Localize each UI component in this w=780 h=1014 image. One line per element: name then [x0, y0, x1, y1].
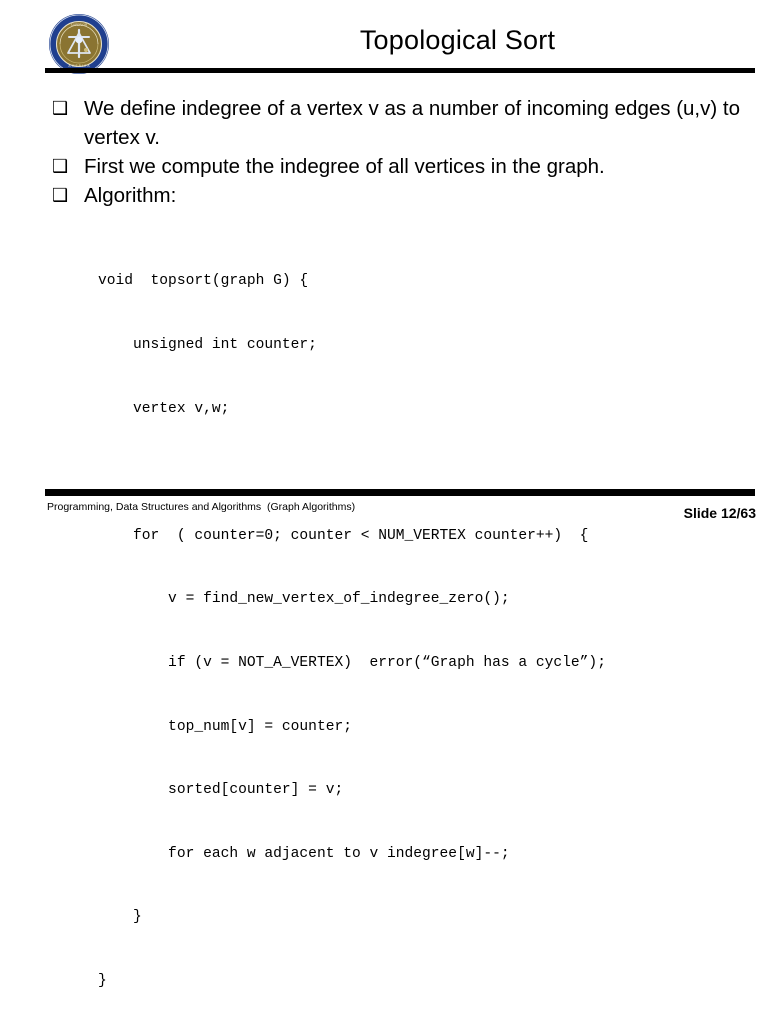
- square-bullet-icon: ❑: [52, 185, 69, 206]
- list-item: ❑ First we compute the indegree of all v…: [52, 152, 752, 181]
- code-line: unsigned int counter;: [98, 337, 317, 354]
- code-line: void topsort(graph G) {: [98, 273, 309, 290]
- slide-number-label: Slide 12/63: [683, 505, 756, 521]
- list-item-label: First we compute the indegree of all ver…: [84, 155, 605, 178]
- list-item: ❑ Algorithm:: [52, 181, 752, 210]
- list-item-label: We define indegree of a vertex v as a nu…: [84, 97, 740, 149]
- page-title: Topological Sort: [359, 25, 556, 55]
- list-item: ❑ We define indegree of a vertex v as a …: [52, 94, 752, 152]
- square-bullet-icon: ❑: [52, 98, 69, 119]
- svg-text:SUPERIOR: SUPERIOR: [71, 23, 88, 27]
- title-divider: [45, 68, 755, 73]
- code-line: v = find_new_vertex_of_indegree_zero();: [98, 591, 510, 608]
- code-line: }: [98, 973, 107, 990]
- code-line: }: [98, 909, 142, 926]
- footer-course-label: Programming, Data Structures and Algorit…: [47, 501, 356, 513]
- square-bullet-icon: ❑: [52, 156, 69, 177]
- bullet-list: ❑ We define indegree of a vertex v as a …: [52, 94, 752, 210]
- slide-header: SUPERIOR A M E R I C A Topological Sort: [0, 0, 780, 80]
- code-line: sorted[counter] = v;: [98, 782, 344, 799]
- code-line: for each w adjacent to v indegree[w]--;: [98, 845, 510, 862]
- list-item-label: Algorithm:: [84, 184, 177, 207]
- institution-seal-logo: SUPERIOR A M E R I C A: [48, 13, 110, 75]
- code-line: top_num[v] = counter;: [98, 718, 352, 735]
- code-line: vertex v,w;: [98, 400, 230, 417]
- footer-divider: [45, 489, 755, 496]
- algorithm-code-block: void topsort(graph G) { unsigned int cou…: [98, 229, 606, 1014]
- code-line: if (v = NOT_A_VERTEX) error(“Graph has a…: [98, 655, 606, 672]
- code-line: for ( counter=0; counter < NUM_VERTEX co…: [98, 527, 589, 544]
